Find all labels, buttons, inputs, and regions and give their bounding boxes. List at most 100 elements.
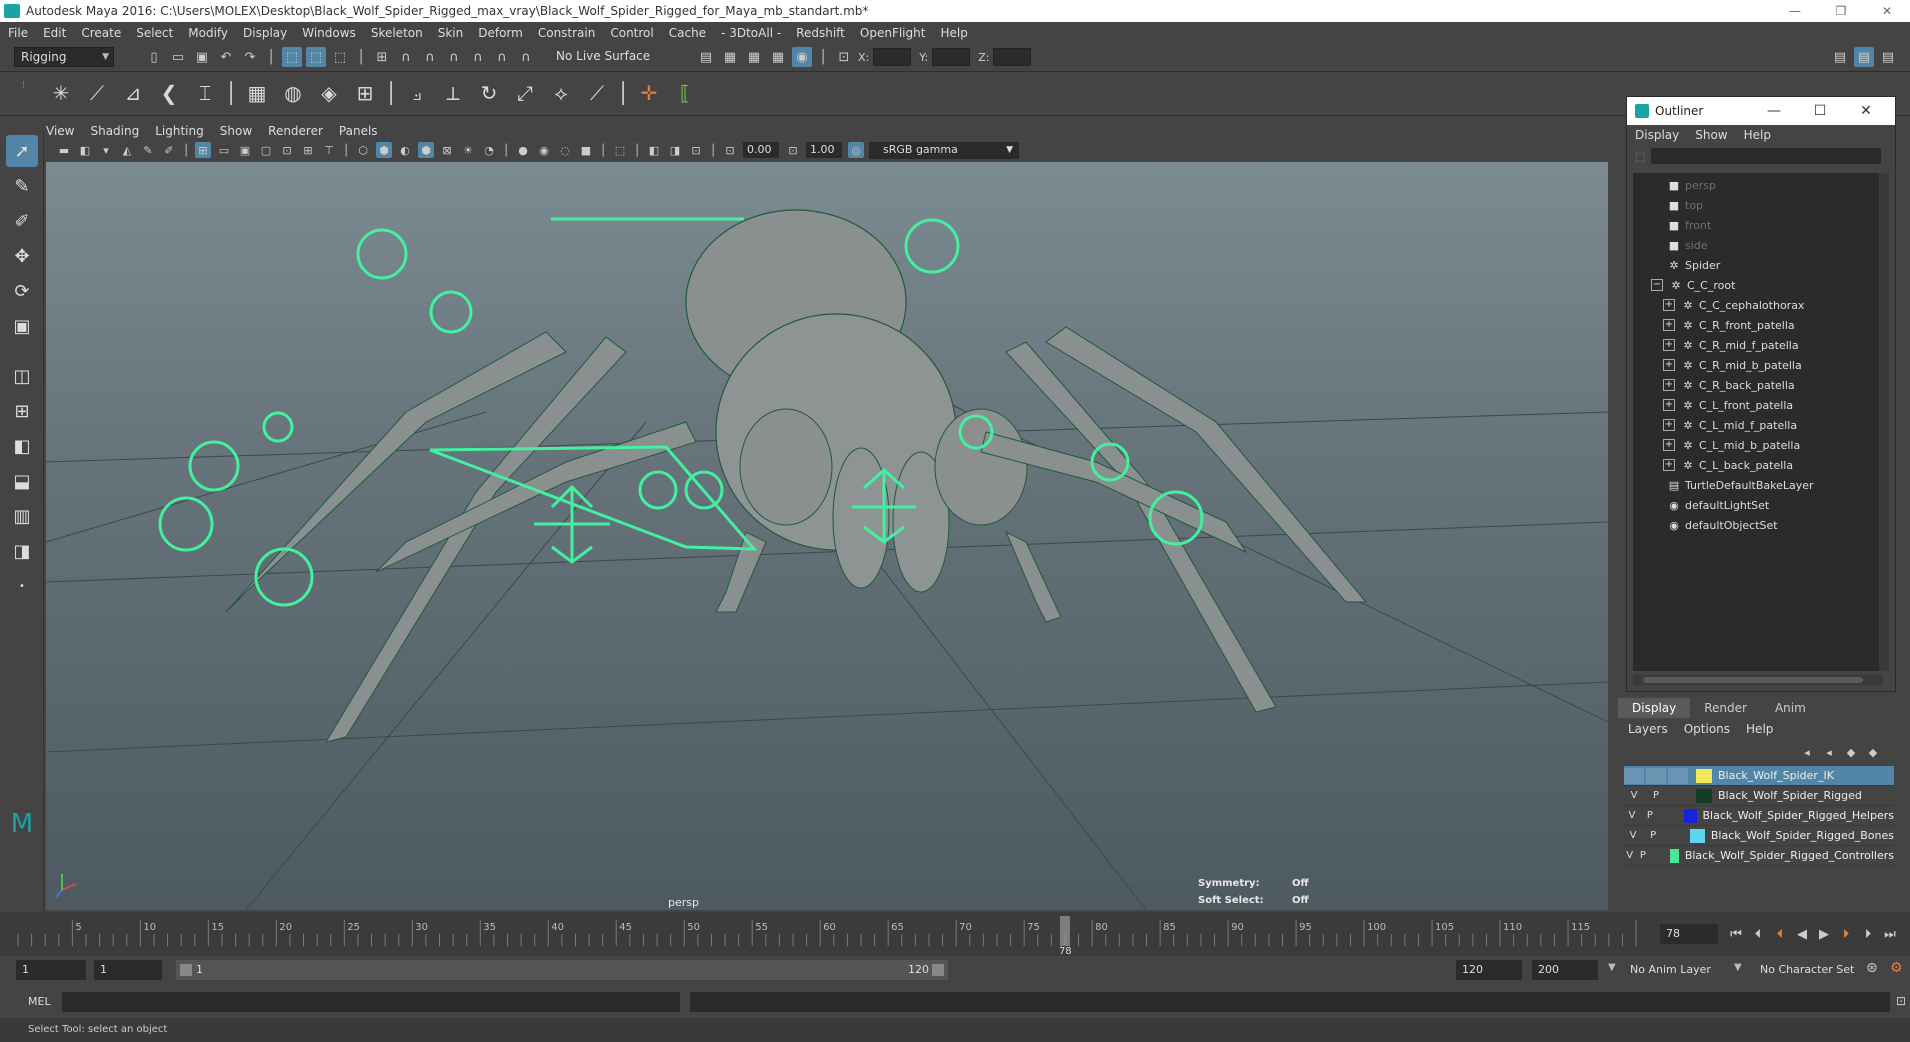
- panel-menu-renderer[interactable]: Renderer: [268, 124, 323, 138]
- shelf-options-icon[interactable]: ⁝: [22, 80, 25, 91]
- layer-row[interactable]: V P Black_Wolf_Spider_Rigged_Helpers: [1624, 806, 1894, 826]
- outliner-item[interactable]: + ✲ C_R_front_patella: [1663, 315, 1795, 335]
- command-input[interactable]: [62, 992, 680, 1012]
- shadows-icon[interactable]: ◔: [481, 142, 497, 158]
- menu-redshift[interactable]: Redshift: [796, 26, 845, 40]
- layer-row[interactable]: V P Black_Wolf_Spider_Rigged: [1624, 786, 1894, 806]
- ipr-render-icon[interactable]: ▦: [744, 47, 764, 67]
- four-view-layout-icon[interactable]: ⊞: [6, 395, 38, 427]
- render-settings-icon[interactable]: ▤: [696, 47, 716, 67]
- isolate-select-icon[interactable]: ⬚: [612, 142, 628, 158]
- new-empty-layer-icon[interactable]: ◆: [1842, 742, 1860, 762]
- animation-start-field[interactable]: 1: [16, 960, 86, 980]
- outliner-title-bar[interactable]: Outliner — ☐ ✕: [1627, 97, 1895, 125]
- grease-pencil-icon[interactable]: ✐: [161, 142, 177, 158]
- depth-of-field-icon[interactable]: ■: [578, 142, 594, 158]
- outliner-layout-icon[interactable]: ◨: [6, 535, 38, 567]
- point-constraint-icon[interactable]: ⟂: [438, 78, 468, 108]
- time-slider[interactable]: 5 10 15 20 25 30 35 40 45 50 55 60 65 70 75 80 85 90 95 100…: [0, 912, 1910, 956]
- panel-menu-show[interactable]: Show: [220, 124, 252, 138]
- x-field[interactable]: [873, 48, 912, 66]
- grid-toggle-icon[interactable]: ⊞: [195, 142, 211, 158]
- wrap-icon[interactable]: ◍: [278, 78, 308, 108]
- range-end-handle[interactable]: [932, 964, 944, 976]
- outliner-maximize-button[interactable]: ☐: [1797, 103, 1843, 119]
- wireframe-icon[interactable]: ⬡: [355, 142, 371, 158]
- resolution-gate-icon[interactable]: ▣: [237, 142, 253, 158]
- chevron-down-icon[interactable]: ▼: [1734, 962, 1742, 973]
- y-field[interactable]: [932, 48, 971, 66]
- bookmark-icon[interactable]: ▾: [98, 142, 114, 158]
- step-forward-icon[interactable]: ⏵: [1860, 924, 1876, 944]
- camera-attributes-icon[interactable]: ◧: [77, 142, 93, 158]
- snap-surface-icon[interactable]: ∩: [468, 47, 488, 67]
- move-tool-icon[interactable]: ✥: [6, 240, 38, 272]
- scale-tool-icon[interactable]: ▣: [6, 310, 38, 342]
- expand-icon[interactable]: +: [1663, 399, 1675, 411]
- safe-action-icon[interactable]: ⊞: [300, 142, 316, 158]
- snap-point-icon[interactable]: ∩: [420, 47, 440, 67]
- menu-control[interactable]: Control: [610, 26, 653, 40]
- channel-box-toggle-icon[interactable]: ▤: [1854, 47, 1874, 67]
- time-ruler[interactable]: 5 10 15 20 25 30 35 40 45 50 55 60 65 70 75 80 85 90 95 100…: [0, 912, 1640, 956]
- layer-playback-toggle[interactable]: P: [1646, 788, 1666, 804]
- select-object-icon[interactable]: ⬚: [306, 47, 326, 67]
- outliner-item[interactable]: + ✲ C_L_mid_b_patella: [1663, 435, 1800, 455]
- current-frame-marker[interactable]: [1059, 916, 1070, 946]
- panel-menu-lighting[interactable]: Lighting: [155, 124, 204, 138]
- cluster-icon[interactable]: ⌶: [190, 78, 220, 108]
- lattice-icon[interactable]: ▦: [242, 78, 272, 108]
- menu-file[interactable]: File: [8, 26, 28, 40]
- move-layer-down-icon[interactable]: ◂: [1820, 742, 1838, 762]
- menu-constrain[interactable]: Constrain: [538, 26, 596, 40]
- exposure-field[interactable]: 0.00: [743, 142, 779, 158]
- layer-row[interactable]: V P Black_Wolf_Spider_Rigged_Controllers: [1624, 846, 1894, 866]
- menu-windows[interactable]: Windows: [302, 26, 356, 40]
- expand-icon[interactable]: +: [1663, 359, 1675, 371]
- select-hierarchy-icon[interactable]: ⬚: [282, 47, 302, 67]
- auto-key-icon[interactable]: ⊛: [1866, 960, 1878, 976]
- undo-icon[interactable]: ↶: [216, 47, 236, 67]
- attribute-editor-toggle-icon[interactable]: ▤: [1830, 47, 1850, 67]
- lights-icon[interactable]: ☀: [460, 142, 476, 158]
- outliner-horizontal-scrollbar[interactable]: [1633, 675, 1883, 685]
- menu-openflight[interactable]: OpenFlight: [860, 26, 926, 40]
- layer-visibility-toggle[interactable]: [1624, 767, 1644, 784]
- layer-type-toggle[interactable]: [1668, 788, 1688, 804]
- ik-handle-icon[interactable]: ⊿: [118, 78, 148, 108]
- collapse-icon[interactable]: −: [1651, 279, 1663, 291]
- outliner-item[interactable]: − ✲ C_C_root: [1651, 275, 1735, 295]
- image-plane-icon[interactable]: ◭: [119, 142, 135, 158]
- layer-menu-layers[interactable]: Layers: [1628, 722, 1668, 736]
- ik-spline-icon[interactable]: ❮: [154, 78, 184, 108]
- tab-render[interactable]: Render: [1690, 698, 1761, 718]
- animation-end-field[interactable]: 200: [1532, 960, 1598, 980]
- panel-menu-panels[interactable]: Panels: [339, 124, 378, 138]
- expand-icon[interactable]: +: [1663, 459, 1675, 471]
- step-forward-key-icon[interactable]: ⏵: [1838, 924, 1854, 944]
- more-layouts-icon[interactable]: •: [6, 570, 38, 602]
- smooth-shade-icon[interactable]: ⬢: [376, 142, 392, 158]
- perspective-viewport[interactable]: persp Symmetry: Off Soft Select: Off: [46, 162, 1608, 910]
- menu-create[interactable]: Create: [81, 26, 121, 40]
- menu-set-dropdown[interactable]: Rigging ▼: [14, 47, 114, 67]
- outliner-item[interactable]: ■ side: [1667, 235, 1708, 255]
- default-material-icon[interactable]: ◐: [397, 142, 413, 158]
- menu-3dtoall[interactable]: - 3DtoAll -: [721, 26, 781, 40]
- bind-skin-icon[interactable]: ⟓: [402, 78, 432, 108]
- select-camera-icon[interactable]: ▬: [56, 142, 72, 158]
- color-management-icon[interactable]: ◎: [848, 142, 864, 158]
- layer-menu-help[interactable]: Help: [1746, 722, 1773, 736]
- rotate-tool-icon[interactable]: ⟳: [6, 275, 38, 307]
- spider-mesh[interactable]: [225, 209, 1368, 743]
- anti-aliasing-icon[interactable]: ◌: [557, 142, 573, 158]
- render-current-icon[interactable]: ▦: [720, 47, 740, 67]
- outliner-tree[interactable]: ■ persp ■ top ■ front ■ side ✲ Spider − ✲ C_C_root + ✲…: [1633, 173, 1883, 671]
- menu-cache[interactable]: Cache: [669, 26, 706, 40]
- hypershade-layout-icon[interactable]: ▥: [6, 500, 38, 532]
- transform-input-icon[interactable]: ⊡: [834, 47, 854, 67]
- step-back-key-icon[interactable]: ⏴: [1772, 924, 1788, 944]
- menu-skeleton[interactable]: Skeleton: [371, 26, 423, 40]
- gate-mask-icon[interactable]: ▢: [258, 142, 274, 158]
- menu-select[interactable]: Select: [136, 26, 173, 40]
